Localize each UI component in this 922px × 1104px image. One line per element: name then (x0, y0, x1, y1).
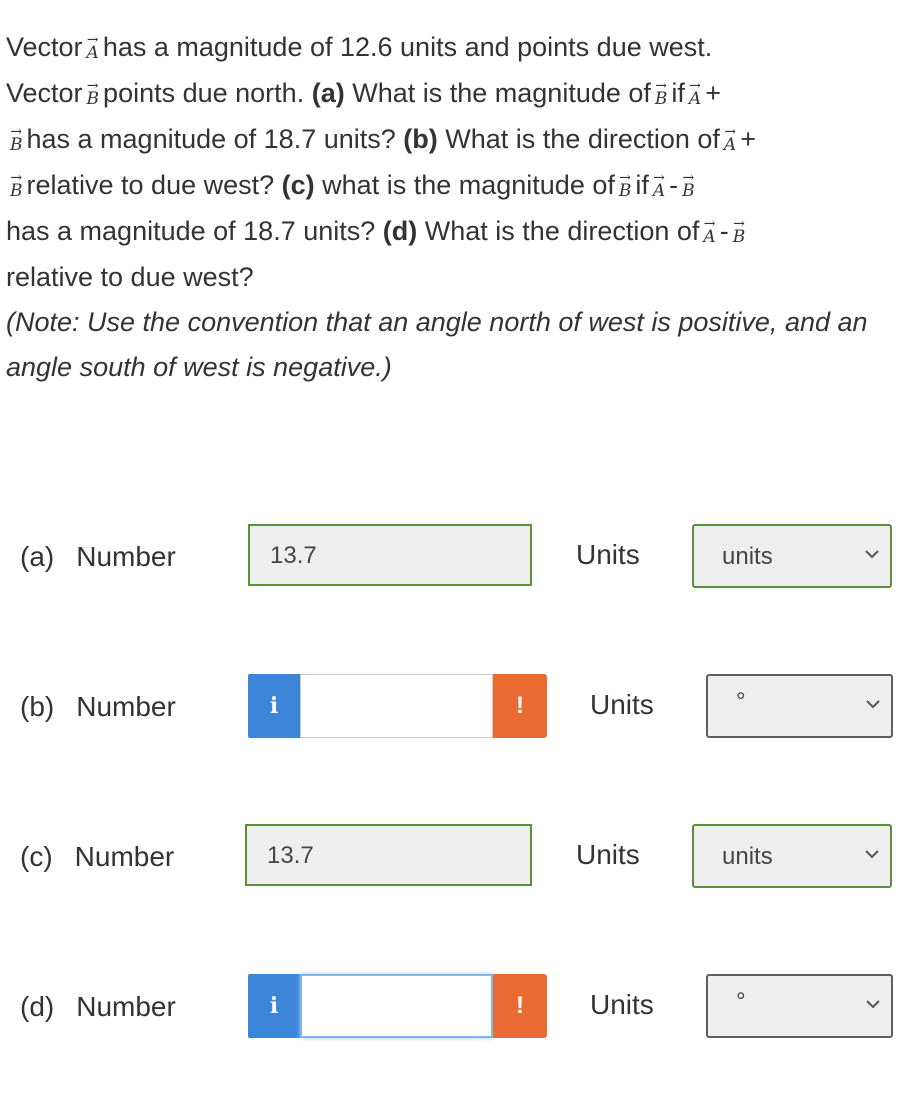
number-input-d[interactable] (300, 974, 493, 1038)
units-label-d: Units (590, 989, 654, 1020)
units-label-a: Units (576, 539, 640, 570)
question-note: (Note: Use the convention that an angle … (6, 307, 868, 382)
units-label-b: Units (590, 689, 654, 720)
question-line-4: Brelative to due west? (c) what is the m… (6, 162, 906, 208)
units-select-b[interactable]: ° (706, 674, 893, 738)
row-label: (a) Number (20, 541, 176, 572)
question-line-6: relative to due west? (6, 262, 254, 292)
answer-row-d: (d) Number i ! Units ° (0, 973, 922, 1039)
row-label: (d) Number (20, 991, 176, 1022)
vector-a-symbol: A (87, 45, 99, 62)
question-line-1: VectorAhas a magnitude of 12.6 units and… (6, 24, 906, 70)
answer-row-a: (a) Number 13.7 Units units (0, 523, 922, 589)
answer-row-c: (c) Number 13.7 Units units (0, 823, 922, 889)
chevron-down-icon (866, 1000, 880, 1009)
chevron-down-icon (865, 550, 879, 559)
row-label: (b) Number (20, 691, 176, 722)
warning-button[interactable]: ! (493, 674, 547, 738)
question-line-3: Bhas a magnitude of 18.7 units? (b) What… (6, 116, 906, 162)
units-select-d[interactable]: ° (706, 974, 893, 1038)
answer-row-b: (b) Number i ! Units ° (0, 673, 922, 739)
question-line-5: has a magnitude of 18.7 units? (d) What … (6, 208, 906, 254)
units-select-c[interactable]: units (692, 824, 892, 888)
vector-b-symbol: B (87, 91, 100, 108)
info-button[interactable]: i (248, 974, 300, 1038)
chevron-down-icon (866, 700, 880, 709)
units-label-c: Units (576, 839, 640, 870)
number-input-b[interactable] (300, 674, 493, 738)
units-select-a[interactable]: units (692, 524, 892, 588)
warning-button[interactable]: ! (493, 974, 547, 1038)
question-text: VectorAhas a magnitude of 12.6 units and… (6, 24, 906, 390)
number-input-a[interactable]: 13.7 (248, 524, 532, 586)
question-line-2: VectorBpoints due north. (a) What is the… (6, 70, 906, 116)
info-button[interactable]: i (248, 674, 300, 738)
row-label: (c) Number (20, 841, 175, 872)
chevron-down-icon (865, 850, 879, 859)
number-input-c[interactable]: 13.7 (245, 824, 532, 886)
